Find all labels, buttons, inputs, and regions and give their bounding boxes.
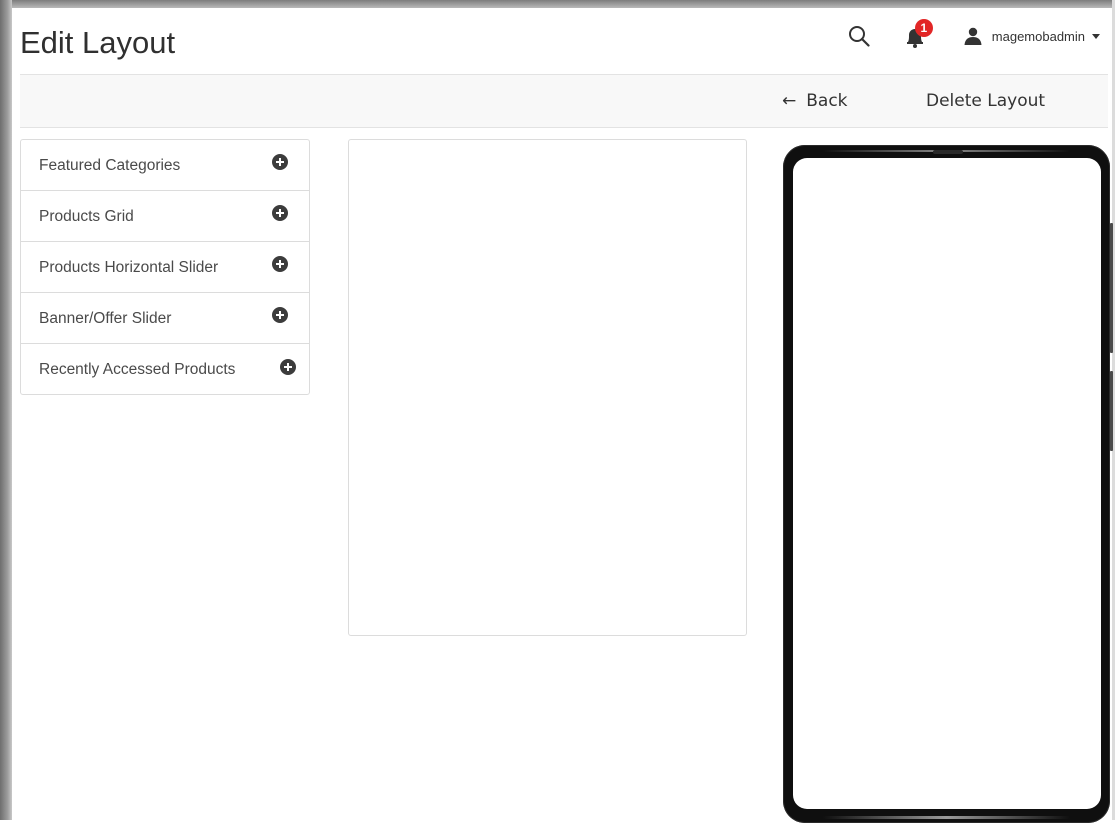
component-list: Featured Categories Products Grid Produc… [20, 139, 310, 395]
notifications-button[interactable]: 1 [904, 19, 933, 49]
user-account-menu[interactable]: magemobadmin [964, 27, 1100, 45]
component-label: Banner/Offer Slider [39, 310, 172, 327]
component-label: Recently Accessed Products [39, 361, 236, 378]
phone-speaker [933, 150, 963, 154]
user-name: magemobadmin [991, 28, 1085, 44]
add-circle-icon[interactable] [272, 154, 288, 170]
window-frame-left [0, 0, 12, 820]
component-label: Featured Categories [39, 157, 181, 174]
delete-layout-button[interactable]: Delete Layout [926, 75, 1045, 127]
phone-preview-screen [793, 158, 1101, 809]
back-button[interactable]: ← Back [782, 75, 848, 127]
component-item-banner-offer-slider[interactable]: Banner/Offer Slider [21, 293, 309, 344]
phone-preview-frame [783, 145, 1113, 823]
component-item-products-horizontal-slider[interactable]: Products Horizontal Slider [21, 242, 309, 293]
phone-side-button [1110, 371, 1113, 451]
page-actions-toolbar: ← Back Delete Layout [20, 74, 1108, 128]
component-item-featured-categories[interactable]: Featured Categories [21, 140, 309, 191]
arrow-left-icon: ← [782, 91, 797, 111]
component-item-products-grid[interactable]: Products Grid [21, 191, 309, 242]
add-circle-icon[interactable] [272, 256, 288, 272]
notification-count-badge: 1 [914, 19, 933, 37]
user-icon [964, 27, 982, 45]
window-frame-top [0, 0, 1115, 8]
search-button[interactable] [846, 23, 872, 49]
component-label: Products Horizontal Slider [39, 259, 219, 276]
add-circle-icon[interactable] [272, 205, 288, 221]
chevron-down-icon [1092, 33, 1100, 39]
delete-layout-label: Delete Layout [926, 91, 1046, 111]
layout-drop-area[interactable] [348, 139, 747, 636]
phone-glare [823, 816, 1070, 819]
component-item-recently-accessed-products[interactable]: Recently Accessed Products [21, 344, 309, 394]
add-circle-icon[interactable] [280, 359, 296, 375]
page-title: Edit Layout [20, 25, 176, 60]
back-button-label: Back [806, 91, 848, 111]
phone-side-button [1110, 223, 1113, 353]
header-actions: 1 magemobadmin [846, 19, 1100, 50]
component-label: Products Grid [39, 208, 134, 225]
search-icon [848, 26, 870, 47]
add-circle-icon[interactable] [272, 307, 288, 323]
